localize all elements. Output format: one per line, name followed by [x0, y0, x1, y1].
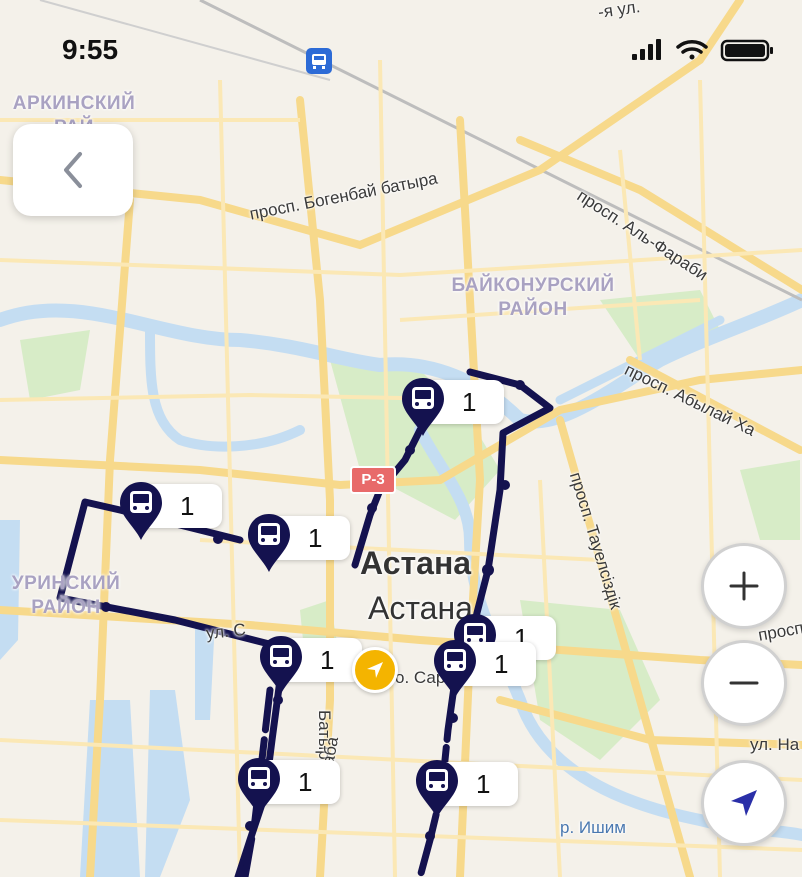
bus-icon: [434, 640, 476, 698]
navigation-arrow-icon: [367, 662, 383, 678]
bus-marker[interactable]: 1: [400, 376, 520, 442]
marker-count: 1: [298, 767, 313, 797]
bus-marker[interactable]: 1: [246, 512, 366, 578]
marker-count: 1: [476, 769, 491, 799]
bus-icon: [238, 758, 280, 816]
marker-count: 1: [320, 645, 335, 675]
bus-icon: [402, 378, 444, 436]
cellular-signal-icon: [632, 39, 661, 60]
zoom-in-button[interactable]: [701, 543, 787, 629]
bus-icon: [120, 482, 162, 540]
route-stop: [405, 445, 415, 455]
route-stop: [245, 821, 255, 831]
road-shield: Р-3: [350, 466, 396, 494]
bus-marker[interactable]: 1: [118, 480, 238, 546]
wifi-icon: [676, 40, 708, 60]
marker-count: 1: [308, 523, 323, 553]
route-stop: [425, 831, 435, 841]
zoom-out-button[interactable]: [701, 640, 787, 726]
street-label: ул. С: [205, 619, 247, 644]
bus-icon: [260, 636, 302, 694]
status-icons: [630, 38, 780, 67]
route-stop: [448, 713, 458, 723]
locate-me-button[interactable]: [701, 760, 787, 846]
back-button[interactable]: [13, 124, 133, 216]
city-label: Астана: [360, 545, 472, 581]
route-stop: [500, 480, 510, 490]
plus-icon: [729, 571, 759, 601]
minus-icon: [729, 681, 759, 685]
bus-icon: [248, 514, 290, 572]
district-label: БАЙКОНУРСКИЙ РАЙОН: [451, 275, 615, 320]
street-label: ул. На: [750, 735, 800, 754]
chevron-left-icon: [64, 152, 82, 188]
route-stop: [367, 503, 377, 513]
battery-icon: [720, 39, 773, 62]
bus-icon: [416, 760, 458, 818]
street-label: р. Ишим: [560, 818, 626, 837]
navigation-arrow-icon: [731, 790, 757, 816]
marker-count: 1: [180, 491, 195, 521]
status-bar: 9:55: [0, 0, 802, 100]
marker-count: 1: [462, 387, 477, 417]
bus-marker[interactable]: 1: [236, 756, 356, 822]
status-time: 9:55: [62, 34, 119, 65]
bus-marker[interactable]: 1: [414, 758, 534, 824]
bus-marker[interactable]: 1: [432, 638, 552, 704]
district-label: УРИНСКИЙ РАЙОН: [11, 573, 121, 618]
marker-count: 1: [494, 649, 509, 679]
user-location-marker[interactable]: [352, 647, 398, 693]
route-stop: [482, 564, 494, 576]
